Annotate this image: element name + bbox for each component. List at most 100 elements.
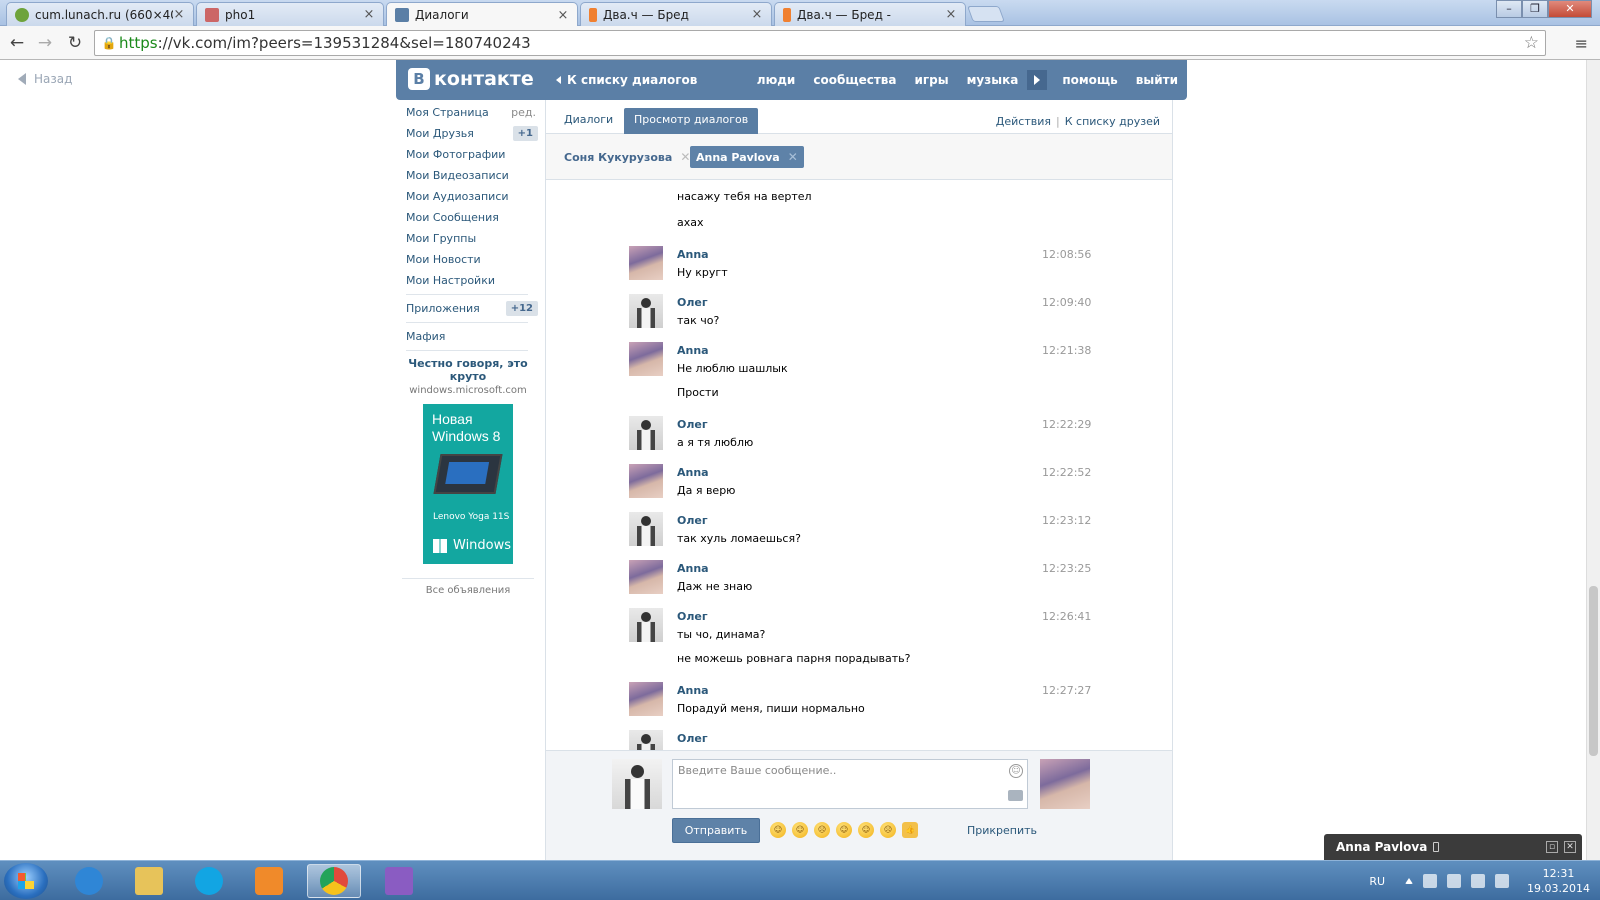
browser-tab-2ch-1[interactable]: Два.ч — Бред × — [580, 2, 772, 26]
tab-close-icon[interactable]: × — [173, 7, 185, 22]
taskbar-ie[interactable] — [62, 864, 116, 898]
send-button[interactable]: Отправить — [672, 818, 760, 843]
tab-close-icon[interactable]: × — [945, 7, 957, 22]
bookmark-star-icon[interactable]: ☆ — [1524, 33, 1539, 53]
back-link[interactable]: Назад — [18, 72, 72, 86]
emoji-icon[interactable]: ☹ — [880, 822, 896, 838]
volume-icon[interactable] — [1471, 874, 1486, 888]
avatar[interactable] — [629, 342, 663, 376]
message-author[interactable]: Олег — [677, 610, 708, 623]
ad-image[interactable]: Новая Windows 8 Lenovo Yoga 11S Windows — [423, 404, 513, 564]
menu-my-settings[interactable]: Мои Настройки — [398, 270, 538, 291]
peer-avatar[interactable] — [1040, 759, 1090, 809]
action-center-icon[interactable] — [1423, 874, 1438, 888]
message-author[interactable]: Олег — [677, 514, 708, 527]
menu-my-audio[interactable]: Мои Аудиозаписи — [398, 186, 538, 207]
edit-link[interactable]: ред. — [511, 106, 538, 119]
nav-help[interactable]: помощь — [1053, 73, 1126, 87]
start-button[interactable] — [4, 863, 48, 899]
window-minimize-button[interactable]: – — [1496, 0, 1522, 18]
message-author[interactable]: Олег — [677, 296, 708, 309]
scrollbar-thumb[interactable] — [1589, 586, 1598, 756]
reload-icon[interactable]: ↻ — [64, 33, 86, 53]
smile-icon[interactable]: ☺ — [1009, 764, 1023, 778]
avatar[interactable] — [629, 608, 663, 642]
attach-link[interactable]: Прикрепить — [967, 824, 1037, 837]
emoji-icon[interactable]: ☺ — [836, 822, 852, 838]
menu-my-news[interactable]: Мои Новости — [398, 249, 538, 270]
message-author[interactable]: Anna — [677, 562, 709, 575]
language-indicator[interactable]: RU — [1369, 875, 1385, 888]
signal-icon[interactable] — [1495, 874, 1510, 888]
friends-list-link[interactable]: К списку друзей — [1065, 115, 1160, 128]
network-device-icon[interactable] — [1447, 874, 1462, 888]
browser-tab-lunach[interactable]: cum.lunach.ru (660×401) × — [6, 2, 194, 26]
message-history[interactable]: насажу тебя на вертел ахах Anna 12:08:56 Ну … — [546, 182, 1172, 750]
tab-close-icon[interactable]: × — [557, 8, 569, 23]
avatar[interactable] — [629, 464, 663, 498]
message-author[interactable]: Anna — [677, 466, 709, 479]
tab-close-icon[interactable]: × — [751, 7, 763, 22]
camera-icon[interactable] — [1008, 790, 1023, 801]
tab-dialogs[interactable]: Диалоги — [554, 108, 623, 134]
tab-close-icon[interactable]: × — [363, 7, 375, 22]
message-input[interactable]: Введите Ваше сообщение.. ☺ — [672, 759, 1028, 809]
play-icon[interactable] — [1027, 70, 1048, 90]
avatar[interactable] — [629, 730, 663, 750]
nav-music[interactable]: музыка — [958, 73, 1028, 87]
my-avatar[interactable] — [612, 759, 662, 809]
chat-close-icon[interactable]: ✕ — [1564, 841, 1576, 853]
menu-my-videos[interactable]: Мои Видеозаписи — [398, 165, 538, 186]
thumbs-up-icon[interactable]: 👍 — [902, 822, 918, 838]
all-ads-link[interactable]: Все объявления — [402, 578, 534, 596]
browser-tab-pho1[interactable]: pho1 × — [196, 2, 384, 26]
taskbar-chrome[interactable] — [307, 864, 361, 898]
back-to-dialogs-link[interactable]: К списку диалогов — [556, 73, 697, 87]
menu-app-mafia[interactable]: Мафия — [398, 326, 538, 347]
ad-title[interactable]: Честно говоря, это круто — [402, 357, 534, 383]
peer-chip-anna[interactable]: Anna Pavlova ✕ — [690, 146, 804, 168]
address-bar[interactable]: 🔒 https://vk.com/im?peers=139531284&sel=… — [94, 30, 1546, 56]
taskbar-media-player[interactable] — [242, 864, 296, 898]
chat-minimize-icon[interactable]: ▫ — [1546, 841, 1558, 853]
browser-tab-2ch-2[interactable]: Два.ч — Бред - × — [774, 2, 966, 26]
taskbar-visual-studio[interactable] — [372, 864, 426, 898]
avatar[interactable] — [629, 294, 663, 328]
actions-link[interactable]: Действия — [996, 115, 1051, 128]
taskbar-skype[interactable] — [182, 864, 236, 898]
peer-close-icon[interactable]: ✕ — [788, 150, 798, 164]
back-arrow-icon[interactable]: ← — [6, 33, 28, 53]
nav-communities[interactable]: сообщества — [804, 73, 905, 87]
nav-logout[interactable]: выйти — [1127, 73, 1187, 87]
emoji-icon[interactable]: ☺ — [858, 822, 874, 838]
menu-apps[interactable]: Приложения +12 — [398, 298, 538, 319]
tab-view-dialogs[interactable]: Просмотр диалогов — [624, 108, 759, 134]
emoji-icon[interactable]: ☺ — [792, 822, 808, 838]
avatar[interactable] — [629, 512, 663, 546]
avatar[interactable] — [629, 246, 663, 280]
emoji-icon[interactable]: ☺ — [770, 822, 786, 838]
nav-games[interactable]: игры — [906, 73, 958, 87]
vk-logo[interactable]: В контакте — [408, 68, 534, 90]
peer-chip-sonya[interactable]: Соня Кукурузова ✕ — [558, 146, 696, 168]
peer-close-icon[interactable]: ✕ — [680, 150, 690, 164]
message-author[interactable]: Anna — [677, 344, 709, 357]
chat-popup[interactable]: Anna Pavlova ▫ ✕ — [1324, 834, 1582, 860]
message-author[interactable]: Олег — [677, 732, 708, 745]
new-tab-button[interactable] — [967, 6, 1005, 22]
menu-my-page[interactable]: Моя Страница ред. — [398, 102, 538, 123]
tray-clock[interactable]: 12:31 19.03.2014 — [1527, 866, 1590, 896]
menu-my-messages[interactable]: Мои Сообщения — [398, 207, 538, 228]
menu-my-photos[interactable]: Мои Фотографии — [398, 144, 538, 165]
avatar[interactable] — [629, 416, 663, 450]
avatar[interactable] — [629, 560, 663, 594]
tray-expand-icon[interactable] — [1405, 878, 1414, 884]
browser-tab-dialogs[interactable]: Диалоги × — [386, 2, 578, 27]
forward-arrow-icon[interactable]: → — [34, 33, 56, 53]
menu-my-friends[interactable]: Мои Друзья +1 — [398, 123, 538, 144]
page-scrollbar[interactable] — [1586, 60, 1600, 860]
window-close-button[interactable]: ✕ — [1548, 0, 1592, 18]
message-author[interactable]: Anna — [677, 684, 709, 697]
avatar[interactable] — [629, 682, 663, 716]
window-maximize-button[interactable]: ❐ — [1522, 0, 1548, 18]
